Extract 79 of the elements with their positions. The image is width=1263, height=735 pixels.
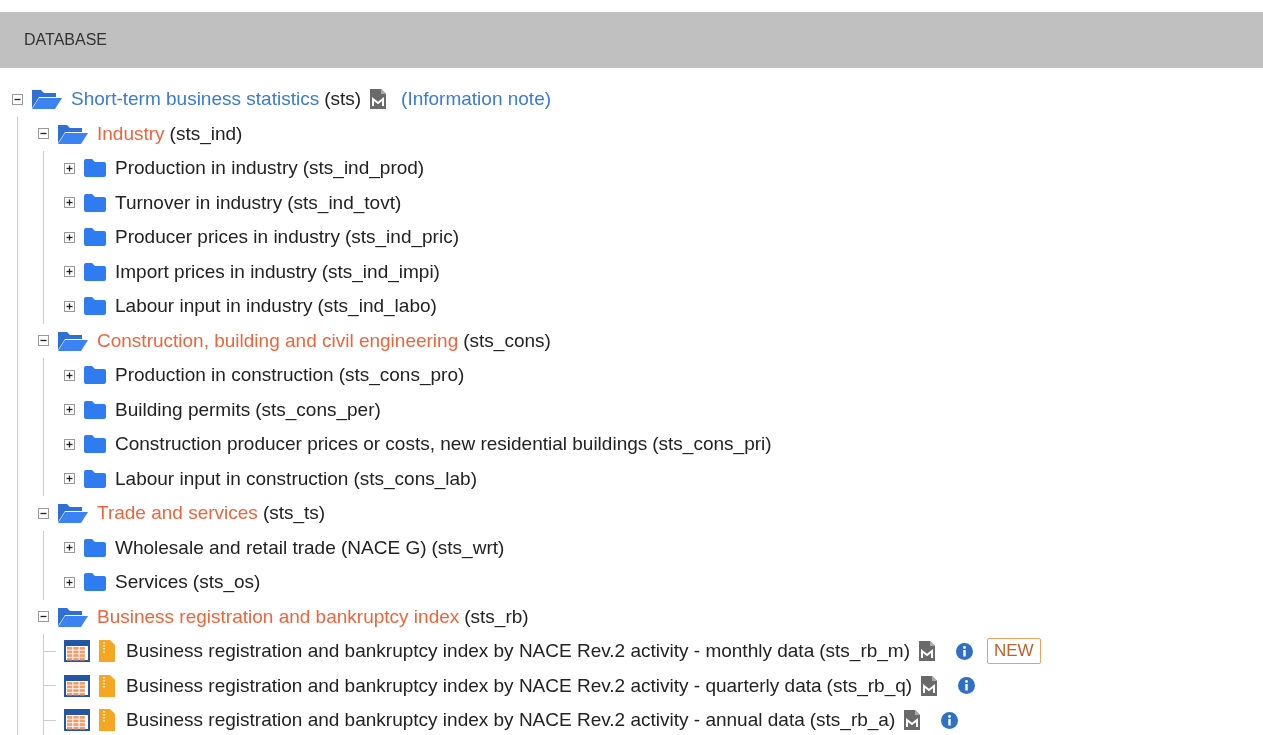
node-label[interactable]: Producer prices in industry [115,226,340,249]
node-label[interactable]: Wholesale and retail trade (NACE G) [115,536,427,559]
expand-icon[interactable] [64,369,75,381]
open-folder-icon [57,122,89,145]
node-code: (sts_ind) [169,122,243,145]
metadata-file-icon[interactable] [369,88,388,111]
metadata-file-icon[interactable] [920,674,939,697]
category-link[interactable]: Short-term business statistics [71,88,320,111]
table-icon [64,640,90,663]
node-code: (sts_wrt) [431,536,505,559]
metadata-file-icon[interactable] [918,640,936,663]
folder-icon [83,468,107,489]
node-label[interactable]: Services [115,571,188,594]
node-code: (sts_rb_a) [809,709,896,732]
folder-icon [83,434,107,455]
information-note-link[interactable]: (Information note) [401,88,552,111]
folder-icon [83,537,107,558]
node-label[interactable]: Turnover in industry [115,191,283,214]
folder-icon [83,261,107,282]
open-folder-icon [57,502,89,525]
expand-icon[interactable] [64,473,75,485]
expand-icon[interactable] [64,404,75,416]
node-code: (sts_ind_labo) [317,295,437,318]
node-code: (sts_cons_lab) [353,467,477,490]
expand-icon[interactable] [64,162,75,174]
expand-icon[interactable] [64,542,75,554]
expand-icon[interactable] [64,197,75,209]
node-code: (sts_ind_impi) [321,260,440,283]
node-code: (sts_ind_tovt) [287,191,402,214]
node-code: (sts_cons_pri) [652,433,772,456]
node-code: (sts_ind_pric) [344,226,459,249]
node-label[interactable]: Business registration and bankruptcy index by NACE Rev.2 activity - monthly data [126,640,815,663]
expand-icon[interactable] [64,438,75,450]
section-title: DATABASE [24,31,107,49]
node-code: (sts_cons_pro) [338,364,465,387]
folder-icon [83,296,107,317]
node-code: (sts) [324,88,362,111]
node-code: (sts_os) [192,571,261,594]
node-label[interactable]: Construction producer prices or costs, new residential buildings [115,433,648,456]
metadata-file-icon[interactable] [903,709,922,732]
expand-icon[interactable] [64,300,75,312]
collapse-icon[interactable] [38,611,49,623]
node-label[interactable]: Business registration and bankruptcy index by NACE Rev.2 activity - annual data [126,709,805,732]
node-label[interactable]: Building permits [115,398,251,421]
new-badge: NEW [987,638,1041,665]
node-label[interactable]: Production in industry [115,157,298,180]
node-code: (sts_rb) [464,605,529,628]
node-code: (sts_cons) [463,329,551,352]
table-icon [64,709,90,732]
collapse-icon[interactable] [38,507,49,519]
folder-icon [83,572,107,593]
node-label[interactable]: Business registration and bankruptcy index by NACE Rev.2 activity - quarterly data [126,674,822,697]
info-icon[interactable] [956,642,973,660]
node-label[interactable]: Import prices in industry [115,260,317,283]
node-code: (sts_rb_q) [826,674,913,697]
node-label[interactable]: Labour input in industry [115,295,313,318]
node-label[interactable]: Production in construction [115,364,334,387]
folder-icon [83,158,107,179]
open-folder-icon [57,329,89,352]
expand-icon[interactable] [64,266,75,278]
node-code: (sts_rb_m) [819,640,910,663]
expand-icon[interactable] [64,576,75,588]
open-folder-icon [57,605,89,628]
folder-icon [83,399,107,420]
open-folder-icon [31,88,63,111]
table-icon [64,674,90,697]
folder-icon [83,192,107,213]
expand-icon[interactable] [64,231,75,243]
info-icon[interactable] [958,677,976,695]
node-code: (sts_ts) [262,502,326,525]
folder-icon [83,227,107,248]
node-code: (sts_ind_prod) [302,157,425,180]
collapse-icon[interactable] [12,93,23,105]
node-code: (sts_cons_per) [255,398,381,421]
collapse-icon[interactable] [38,335,49,347]
info-icon[interactable] [941,711,959,729]
node-label[interactable]: Labour input in construction [115,467,349,490]
collapse-icon[interactable] [38,128,49,140]
folder-icon [83,365,107,386]
